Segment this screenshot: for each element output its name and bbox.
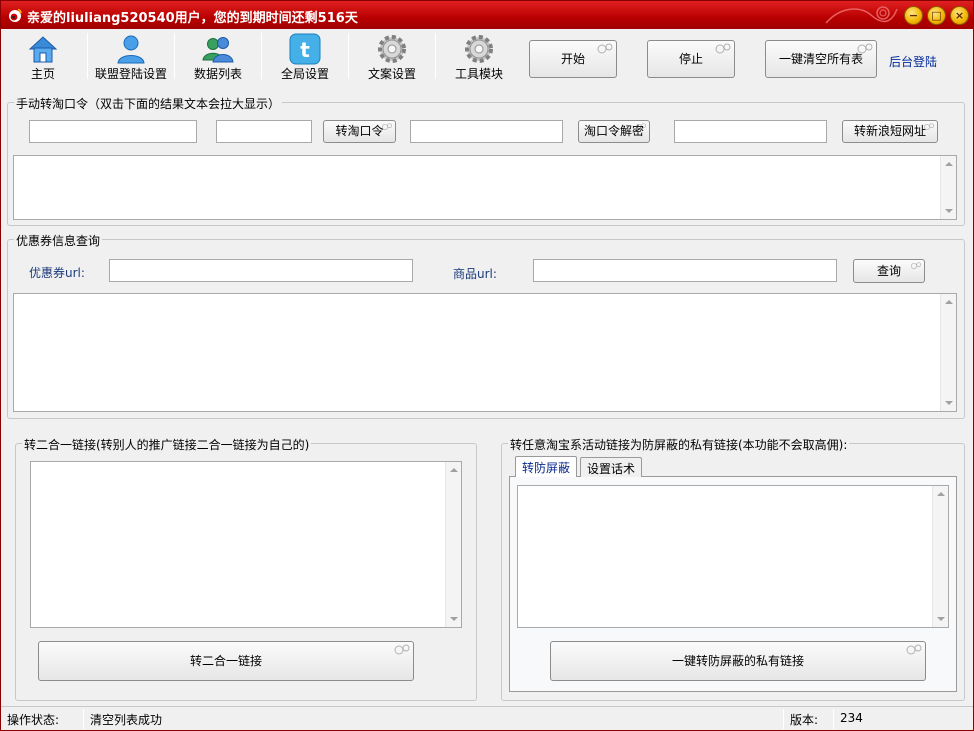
taokouling-input-1[interactable]: [29, 120, 197, 143]
toolbar-copy-settings[interactable]: 文案设置: [353, 29, 431, 83]
toolbar-tool-module[interactable]: 工具模块: [440, 29, 518, 83]
group-title: 转二合一链接(转别人的推广链接二合一链接为自己的): [22, 436, 312, 453]
sina-short-url-button[interactable]: 转新浪短网址: [842, 120, 938, 143]
product-url-label: 商品url:: [453, 267, 497, 281]
status-separator: [783, 709, 784, 729]
status-value: 清空列表成功: [90, 713, 163, 727]
twitter-bird-icon: t: [289, 33, 321, 65]
button-swirl-icon: [911, 262, 921, 269]
app-window: 亲爱的liuliang520540用户，您的到期时间还剩516天 − □ × 主…: [0, 0, 974, 731]
toolbar-separator: [87, 33, 88, 79]
coupon-result-textarea[interactable]: [13, 293, 957, 412]
taokouling-result-textarea[interactable]: [13, 155, 957, 220]
group-title: 转任意淘宝系活动链接为防屏蔽的私有链接(本功能不会取高佣):: [508, 436, 850, 453]
version-label: 版本:: [790, 713, 819, 727]
two-in-one-textarea[interactable]: [30, 461, 462, 628]
scroll-up-icon[interactable]: [937, 492, 945, 496]
scroll-up-icon[interactable]: [945, 300, 953, 304]
title-bar: 亲爱的liuliang520540用户，您的到期时间还剩516天 − □ ×: [1, 1, 973, 29]
scroll-up-icon[interactable]: [945, 162, 953, 166]
button-swirl-icon: [906, 644, 922, 655]
user-icon: [117, 35, 145, 64]
status-separator: [833, 709, 834, 729]
private-link-textarea[interactable]: [517, 485, 949, 628]
query-button[interactable]: 查询: [853, 259, 925, 283]
status-bar: 操作状态: 清空列表成功 版本: 234: [1, 706, 973, 730]
toolbar-separator: [348, 33, 349, 79]
decorative-swirl-icon: [825, 6, 898, 24]
button-swirl-icon: [394, 644, 410, 655]
window-title: 亲爱的liuliang520540用户，您的到期时间还剩516天: [27, 11, 358, 26]
vertical-scrollbar[interactable]: [932, 486, 948, 627]
status-label: 操作状态:: [7, 713, 60, 727]
coupon-url-input[interactable]: [109, 259, 413, 282]
clear-all-button[interactable]: 一键清空所有表: [765, 40, 877, 78]
toolbar-data-list[interactable]: 数据列表: [179, 29, 257, 83]
minimize-button[interactable]: −: [904, 6, 923, 25]
gear-icon: [465, 35, 493, 63]
toolbar-separator: [261, 33, 262, 79]
house-icon: [28, 36, 58, 63]
toolbar-alliance-login[interactable]: 联盟登陆设置: [91, 29, 171, 83]
close-button[interactable]: ×: [950, 6, 969, 25]
users-icon: [202, 37, 234, 63]
backend-login-link[interactable]: 后台登陆: [889, 53, 937, 70]
group-title: 手动转淘口令（双击下面的结果文本会拉大显示）: [14, 95, 283, 112]
scroll-down-icon[interactable]: [945, 209, 953, 213]
scroll-down-icon[interactable]: [937, 617, 945, 621]
taokouling-input-2[interactable]: [216, 120, 312, 143]
toolbar-separator: [174, 33, 175, 79]
scroll-down-icon[interactable]: [945, 401, 953, 405]
sina-url-input[interactable]: [674, 120, 827, 143]
group-title: 优惠券信息查询: [14, 232, 103, 249]
svg-text:t: t: [300, 38, 310, 62]
toolbar-global-settings[interactable]: t 全局设置: [266, 29, 344, 83]
vertical-scrollbar[interactable]: [940, 156, 956, 219]
tab-set-script[interactable]: 设置话术: [580, 457, 643, 477]
toolbar-separator: [435, 33, 436, 79]
decode-taokouling-button[interactable]: 淘口令解密: [578, 120, 650, 143]
button-swirl-icon: [715, 43, 731, 54]
product-url-input[interactable]: [533, 259, 837, 282]
coupon-url-label: 优惠券url:: [29, 266, 85, 280]
gear-icon: [378, 35, 406, 63]
private-link-convert-button[interactable]: 一键转防屏蔽的私有链接: [550, 641, 926, 681]
scroll-up-icon[interactable]: [450, 468, 458, 472]
two-in-one-convert-button[interactable]: 转二合一链接: [38, 641, 414, 681]
maximize-button[interactable]: □: [927, 6, 946, 25]
vertical-scrollbar[interactable]: [940, 294, 956, 411]
taokouling-input-3[interactable]: [410, 120, 563, 143]
stop-button[interactable]: 停止: [647, 40, 735, 78]
button-swirl-icon: [597, 43, 613, 54]
version-value: 234: [840, 711, 863, 725]
status-separator: [83, 709, 84, 729]
vertical-scrollbar[interactable]: [445, 462, 461, 627]
toolbar: 主页 联盟登陆设置 数据列表 t 全局设置 文案设置 工具模块 开始 停止 一键…: [1, 29, 973, 85]
start-button[interactable]: 开始: [529, 40, 617, 78]
scroll-down-icon[interactable]: [450, 617, 458, 621]
tab-anti-block[interactable]: 转防屏蔽: [515, 456, 578, 477]
weibo-logo-icon: [9, 8, 22, 22]
toolbar-home[interactable]: 主页: [13, 29, 73, 83]
convert-taokouling-button[interactable]: 转淘口令: [323, 120, 396, 143]
